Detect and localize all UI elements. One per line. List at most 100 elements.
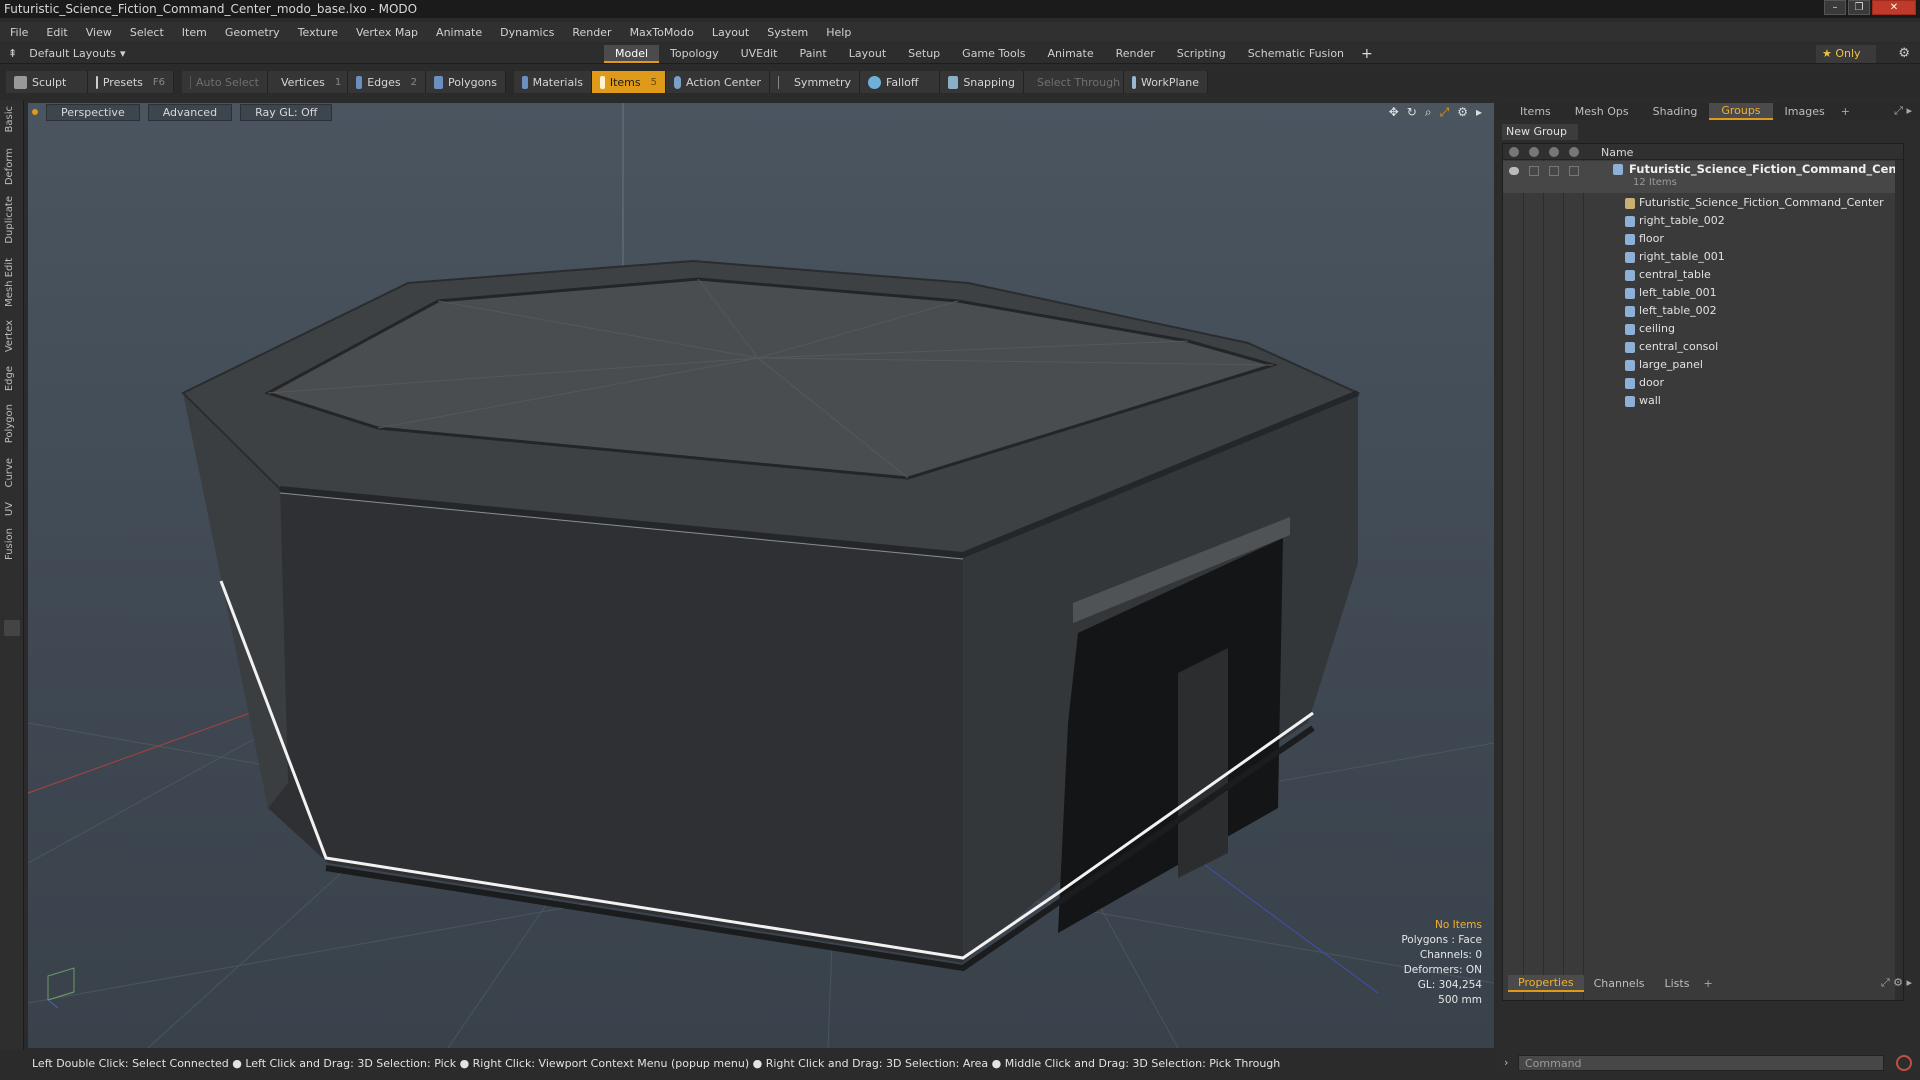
list-item[interactable]: large_panel	[1503, 356, 1903, 374]
list-item[interactable]: ceiling	[1503, 320, 1903, 338]
list-item[interactable]: wall	[1503, 392, 1903, 410]
lefttab-fusion[interactable]: Fusion	[4, 528, 15, 560]
minimize-button[interactable]: –	[1824, 0, 1846, 15]
maximize-button[interactable]: ❐	[1848, 0, 1870, 15]
menu-texture[interactable]: Texture	[298, 26, 338, 39]
tab-paint[interactable]: Paint	[789, 45, 838, 63]
panel-toggle-icon[interactable]	[4, 620, 20, 636]
lefttab-uv[interactable]: UV	[4, 502, 15, 516]
viewport-settings-icon[interactable]: ⚙	[1457, 105, 1468, 120]
list-item[interactable]: right_table_001	[1503, 248, 1903, 266]
materials-button[interactable]: Materials	[514, 71, 592, 93]
tab-images[interactable]: Images	[1773, 104, 1837, 119]
list-item[interactable]: right_table_002	[1503, 212, 1903, 230]
list-item[interactable]: door	[1503, 374, 1903, 392]
tab-mesh-ops[interactable]: Mesh Ops	[1563, 104, 1641, 119]
expand-panel-icon[interactable]: ⤢ ⚙ ▸	[1881, 976, 1912, 990]
add-tab-icon[interactable]: +	[1703, 977, 1712, 990]
workplane-button[interactable]: WorkPlane	[1124, 71, 1208, 93]
perspective-button[interactable]: Perspective	[46, 103, 140, 121]
3d-viewport[interactable]: Perspective Advanced Ray GL: Off ✥ ↻ ⌕ ⤢…	[28, 103, 1494, 1048]
auto-select-button[interactable]: Auto Select	[182, 71, 268, 93]
list-item[interactable]: left_table_001	[1503, 284, 1903, 302]
lefttab-duplicate[interactable]: Duplicate	[4, 196, 15, 244]
lefttab-basic[interactable]: Basic	[4, 106, 15, 132]
menu-dynamics[interactable]: Dynamics	[500, 26, 554, 39]
menu-animate[interactable]: Animate	[436, 26, 482, 39]
edges-button[interactable]: Edges 2	[348, 71, 426, 93]
lefttab-deform[interactable]: Deform	[4, 148, 15, 185]
tab-groups[interactable]: Groups	[1709, 102, 1773, 120]
visibility-column-icon[interactable]	[1509, 147, 1519, 157]
raygl-button[interactable]: Ray GL: Off	[240, 103, 333, 121]
menu-system[interactable]: System	[767, 26, 808, 39]
menu-select[interactable]: Select	[130, 26, 164, 39]
group-row[interactable]: Futuristic_Science_Fiction_Command_Cente…	[1503, 161, 1903, 193]
tab-setup[interactable]: Setup	[897, 45, 951, 63]
tab-properties[interactable]: Properties	[1508, 974, 1584, 992]
menu-item[interactable]: Item	[182, 26, 207, 39]
render-column-icon[interactable]	[1529, 147, 1539, 157]
presets-button[interactable]: Presets F6	[88, 71, 174, 93]
eye-icon[interactable]	[1509, 167, 1519, 175]
render-toggle[interactable]	[1529, 166, 1539, 176]
groups-scrollbar[interactable]	[1895, 160, 1903, 1000]
items-button[interactable]: Items 5	[592, 71, 666, 93]
select-column-icon[interactable]	[1569, 147, 1579, 157]
lefttab-vertex[interactable]: Vertex	[4, 320, 15, 352]
new-group-button[interactable]: New Group	[1502, 124, 1578, 140]
gear-icon[interactable]: ⚙	[1898, 46, 1910, 61]
select-through-button[interactable]: Select Through	[1024, 71, 1124, 93]
command-input[interactable]: Command	[1518, 1055, 1884, 1071]
lefttab-polygon[interactable]: Polygon	[4, 404, 15, 443]
tab-channels[interactable]: Channels	[1584, 976, 1655, 991]
lefttab-edge[interactable]: Edge	[4, 366, 15, 391]
move-view-icon[interactable]: ✥	[1389, 105, 1399, 120]
menu-render[interactable]: Render	[572, 26, 611, 39]
menu-layout[interactable]: Layout	[712, 26, 749, 39]
list-item[interactable]: central_table	[1503, 266, 1903, 284]
tab-scripting[interactable]: Scripting	[1166, 45, 1237, 63]
sculpt-button[interactable]: Sculpt	[6, 71, 88, 93]
tab-shading[interactable]: Shading	[1641, 104, 1710, 119]
add-tab-icon[interactable]: +	[1841, 105, 1850, 118]
tab-uvedit[interactable]: UVEdit	[730, 45, 789, 63]
zoom-view-icon[interactable]: ⌕	[1425, 105, 1432, 120]
list-item[interactable]: floor	[1503, 230, 1903, 248]
symmetry-button[interactable]: Symmetry	[770, 71, 860, 93]
expand-arrow-icon[interactable]: ▸	[1476, 105, 1482, 120]
menu-help[interactable]: Help	[826, 26, 851, 39]
viewport-menu-dot[interactable]	[32, 109, 38, 115]
tab-render[interactable]: Render	[1105, 45, 1166, 63]
tab-items[interactable]: Items	[1508, 104, 1563, 119]
action-center-button[interactable]: Action Center	[666, 71, 770, 93]
expand-panel-icon[interactable]: ⤢ ▸	[1894, 104, 1912, 118]
select-toggle[interactable]	[1569, 166, 1579, 176]
menu-edit[interactable]: Edit	[46, 26, 67, 39]
name-column-header[interactable]: Name	[1601, 146, 1633, 159]
menu-vertex-map[interactable]: Vertex Map	[356, 26, 418, 39]
layouts-dropdown[interactable]: ⇞ Default Layouts ▾	[8, 47, 126, 60]
menu-file[interactable]: File	[10, 26, 28, 39]
menu-maxtomodo[interactable]: MaxToModo	[630, 26, 694, 39]
menu-view[interactable]: View	[86, 26, 112, 39]
menu-geometry[interactable]: Geometry	[225, 26, 280, 39]
tab-topology[interactable]: Topology	[659, 45, 730, 63]
tab-game-tools[interactable]: Game Tools	[951, 45, 1036, 63]
tab-layout[interactable]: Layout	[838, 45, 897, 63]
list-item[interactable]: left_table_002	[1503, 302, 1903, 320]
polygons-button[interactable]: Polygons	[426, 71, 506, 93]
only-toggle[interactable]: ★ Only	[1816, 45, 1876, 63]
list-item[interactable]: Futuristic_Science_Fiction_Command_Cente…	[1503, 194, 1903, 212]
lefttab-curve[interactable]: Curve	[4, 458, 15, 488]
lock-toggle[interactable]	[1549, 166, 1559, 176]
close-button[interactable]: ✕	[1872, 0, 1916, 15]
add-tab-icon[interactable]: +	[1361, 45, 1373, 63]
lefttab-mesh-edit[interactable]: Mesh Edit	[4, 258, 15, 307]
tab-model[interactable]: Model	[604, 45, 660, 63]
tab-lists[interactable]: Lists	[1655, 976, 1700, 991]
falloff-button[interactable]: Falloff	[860, 71, 940, 93]
snapping-button[interactable]: Snapping	[940, 71, 1024, 93]
fit-view-icon[interactable]: ⤢	[1440, 105, 1450, 120]
tab-schematic-fusion[interactable]: Schematic Fusion	[1237, 45, 1355, 63]
